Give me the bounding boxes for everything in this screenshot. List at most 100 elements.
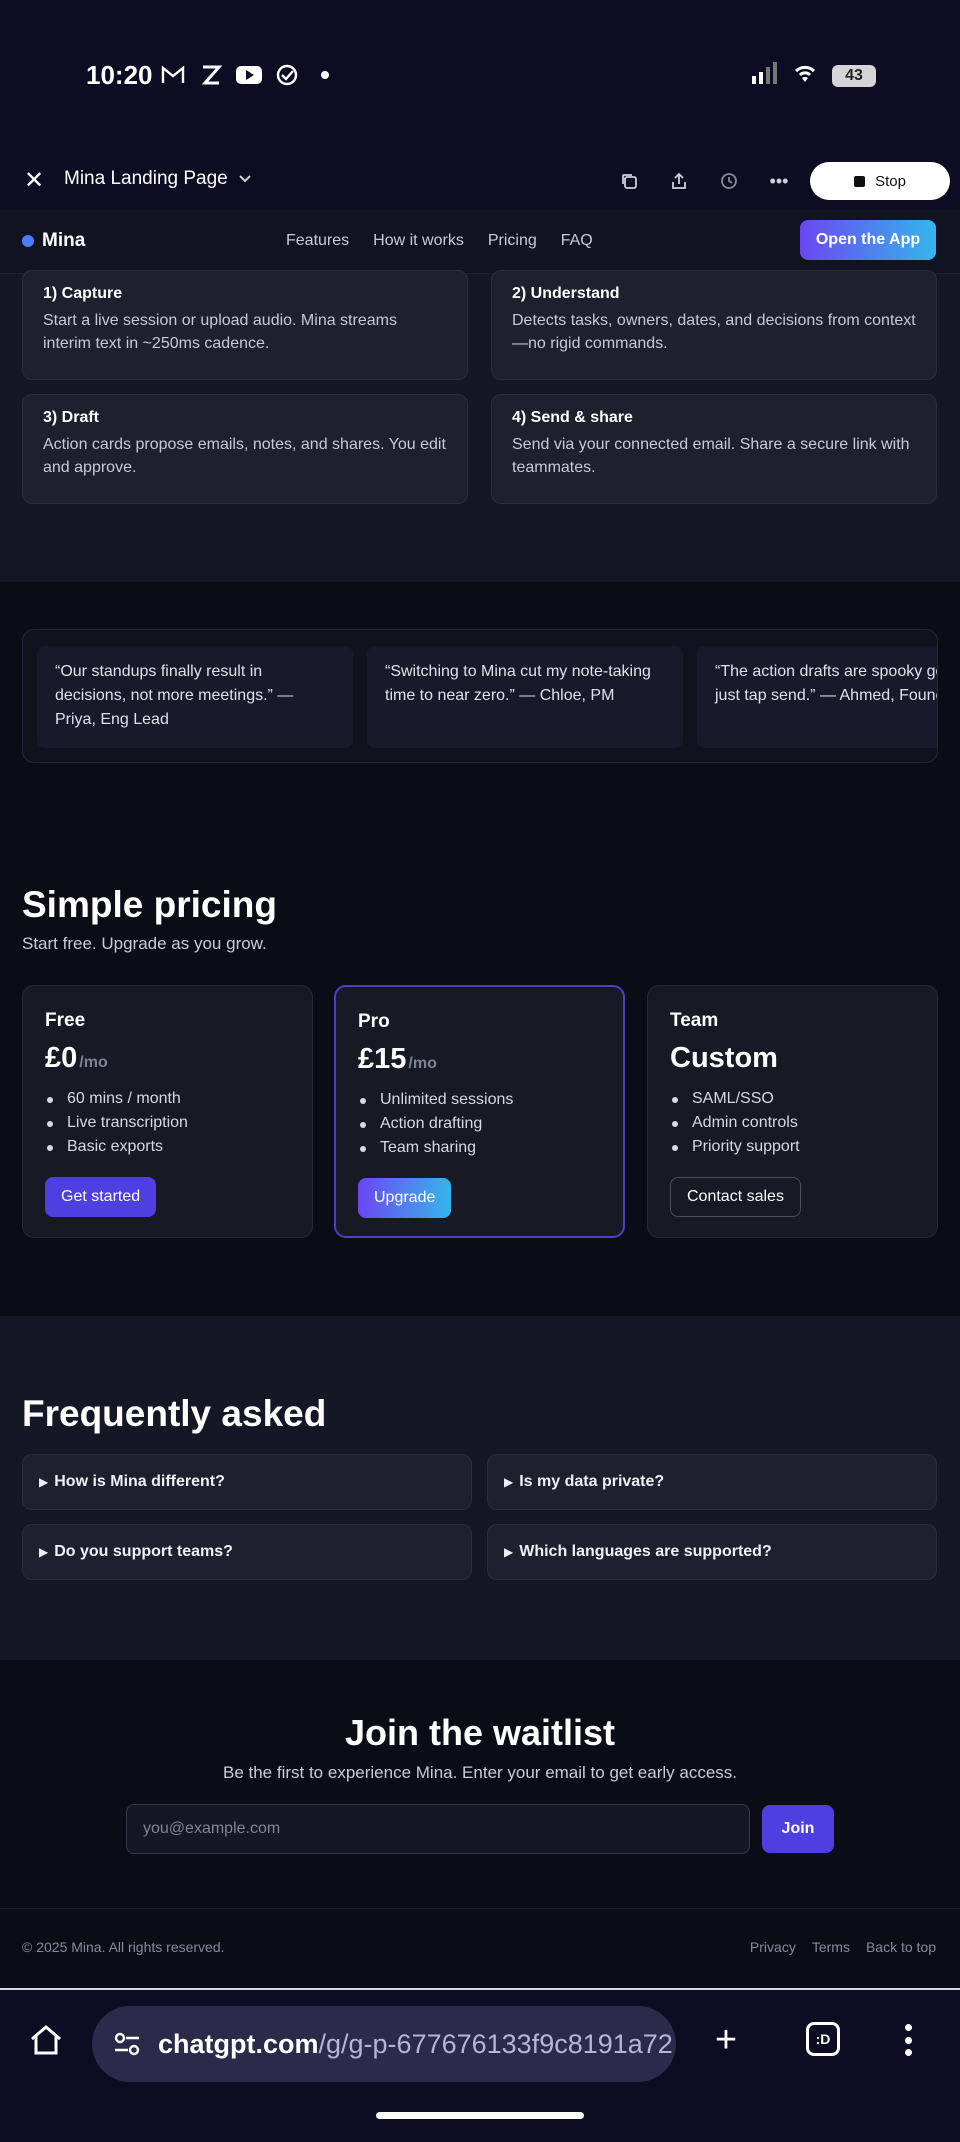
gmail-icon [160,62,186,88]
faq-item[interactable]: ▶ Is my data private? [487,1454,937,1510]
stop-label: Stop [875,172,906,190]
notification-icons [160,62,338,88]
dot-icon [312,62,338,88]
status-bar: 10:20 43 [0,0,960,150]
plan-price: £15 /mo [358,1043,601,1076]
faq-question: Which languages are supported? [519,1543,772,1560]
footer-link-privacy[interactable]: Privacy [750,1939,796,1955]
footer-link-back-to-top[interactable]: Back to top [866,1939,936,1955]
zepto-icon [198,62,224,88]
faq-item[interactable]: ▶ Do you support teams? [22,1524,472,1580]
plan-name: Team [670,1010,719,1031]
copy-icon[interactable] [614,166,644,196]
faq-question: Do you support teams? [54,1543,233,1560]
status-time: 10:20 [86,60,153,90]
plan-name: Pro [358,1011,390,1032]
faq-item[interactable]: ▶ Which languages are supported? [487,1524,937,1580]
step-body: Action cards propose emails, notes, and … [43,436,446,476]
testimonial-card: “The action drafts are spooky good — I j… [697,646,937,748]
plan-feature: Basic exports [45,1135,290,1159]
stop-button[interactable]: Stop [810,162,950,200]
plan-feature: SAML/SSO [670,1087,915,1111]
step-card-draft: 3) Draft Action cards propose emails, no… [22,394,468,504]
how-it-works-section: 1) Capture Start a live session or uploa… [0,270,960,582]
plan-card-pro: Pro £15 /mo Unlimited sessions Action dr… [334,985,625,1238]
copyright: © 2025 Mina. All rights reserved. [22,1939,225,1955]
plan-price-period: /mo [79,1054,108,1071]
brand-dot-icon [22,235,34,247]
faq-title: Frequently asked [22,1393,327,1434]
email-field[interactable] [126,1804,750,1854]
address-bar[interactable]: chatgpt.com/g/g-p-677676133f9c8191a72 [92,2006,676,2082]
plan-feature: Priority support [670,1135,915,1159]
nav-link-faq[interactable]: FAQ [561,232,593,250]
share-icon[interactable] [664,166,694,196]
plan-feature: Team sharing [358,1136,601,1160]
history-icon[interactable] [714,166,744,196]
site-settings-icon[interactable] [112,2029,142,2059]
step-body: Detects tasks, owners, dates, and decisi… [512,312,916,352]
upgrade-button[interactable]: Upgrade [358,1178,452,1218]
disclosure-triangle-icon: ▶ [39,1545,49,1559]
check-circle-icon [274,62,300,88]
step-title: 3) Draft [43,409,100,426]
plan-card-team: Team Custom SAML/SSO Admin controls Prio… [647,985,938,1238]
plan-name: Free [45,1010,86,1031]
testimonial-card: “Our standups finally result in decision… [37,646,353,748]
get-started-button[interactable]: Get started [45,1177,157,1217]
stop-icon [854,175,866,187]
nav-link-features[interactable]: Features [286,232,349,250]
url-domain: chatgpt.com [158,2028,319,2059]
menu-icon[interactable] [896,2020,920,2060]
nav-link-how-it-works[interactable]: How it works [373,232,464,250]
signal-icon [752,62,778,89]
plan-feature: Unlimited sessions [358,1088,601,1112]
plan-price: £0 /mo [45,1042,290,1075]
footer-links: Privacy Terms Back to top [750,1939,936,1955]
step-title: 4) Send & share [512,409,633,426]
nav-links: Features How it works Pricing FAQ [286,232,593,250]
footer-link-terms[interactable]: Terms [812,1939,850,1955]
testimonial-card: “Switching to Mina cut my note-taking ti… [367,646,683,748]
plan-price-value: Custom [670,1042,778,1074]
url-path: /g/g-p-677676133f9c8191a72 [318,2028,673,2059]
step-title: 2) Understand [512,285,620,302]
waitlist-title: Join the waitlist [344,1712,616,1753]
step-card-understand: 2) Understand Detects tasks, owners, dat… [491,270,937,380]
plan-price: Custom [670,1042,915,1075]
disclosure-triangle-icon: ▶ [504,1545,514,1559]
pricing-subtitle: Start free. Upgrade as you grow. [22,934,267,953]
disclosure-triangle-icon: ▶ [39,1475,49,1489]
pricing-title: Simple pricing [22,884,277,925]
faq-item[interactable]: ▶ How is Mina different? [22,1454,472,1510]
new-tab-icon[interactable]: + [706,2019,746,2061]
nav-link-pricing[interactable]: Pricing [488,232,537,250]
testimonials-carousel[interactable]: “Our standups finally result in decision… [22,629,938,763]
plan-price-period: /mo [408,1055,437,1072]
brand-logo[interactable]: Mina [22,230,85,252]
step-body: Send via your connected email. Share a s… [512,436,910,476]
brand-name: Mina [42,230,86,251]
youtube-icon [236,62,262,88]
wifi-icon [792,62,818,89]
plan-features: SAML/SSO Admin controls Priority support [670,1087,915,1159]
site-footer: © 2025 Mina. All rights reserved. Privac… [0,1908,960,1988]
close-icon[interactable]: ✕ [18,164,50,196]
contact-sales-button[interactable]: Contact sales [670,1177,801,1217]
open-app-button[interactable]: Open the App [800,220,936,260]
home-icon[interactable] [26,2020,66,2060]
chevron-down-icon [238,168,252,190]
tab-switcher-icon[interactable]: :D [806,2022,840,2056]
battery-icon: 43 [832,64,876,87]
step-card-capture: 1) Capture Start a live session or uploa… [22,270,468,380]
step-body: Start a live session or upload audio. Mi… [43,312,397,352]
more-icon[interactable]: ••• [764,166,794,196]
faq-question: How is Mina different? [54,1473,225,1490]
waitlist-subtitle: Be the first to experience Mina. Enter y… [222,1763,738,1782]
canvas-title-dropdown[interactable]: Mina Landing Page [64,168,252,190]
plan-feature: Live transcription [45,1111,290,1135]
join-button[interactable]: Join [762,1805,834,1853]
url-text: chatgpt.com/g/g-p-677676133f9c8191a72 [158,2029,673,2060]
plan-feature: 60 mins / month [45,1087,290,1111]
faq-question: Is my data private? [519,1473,665,1490]
